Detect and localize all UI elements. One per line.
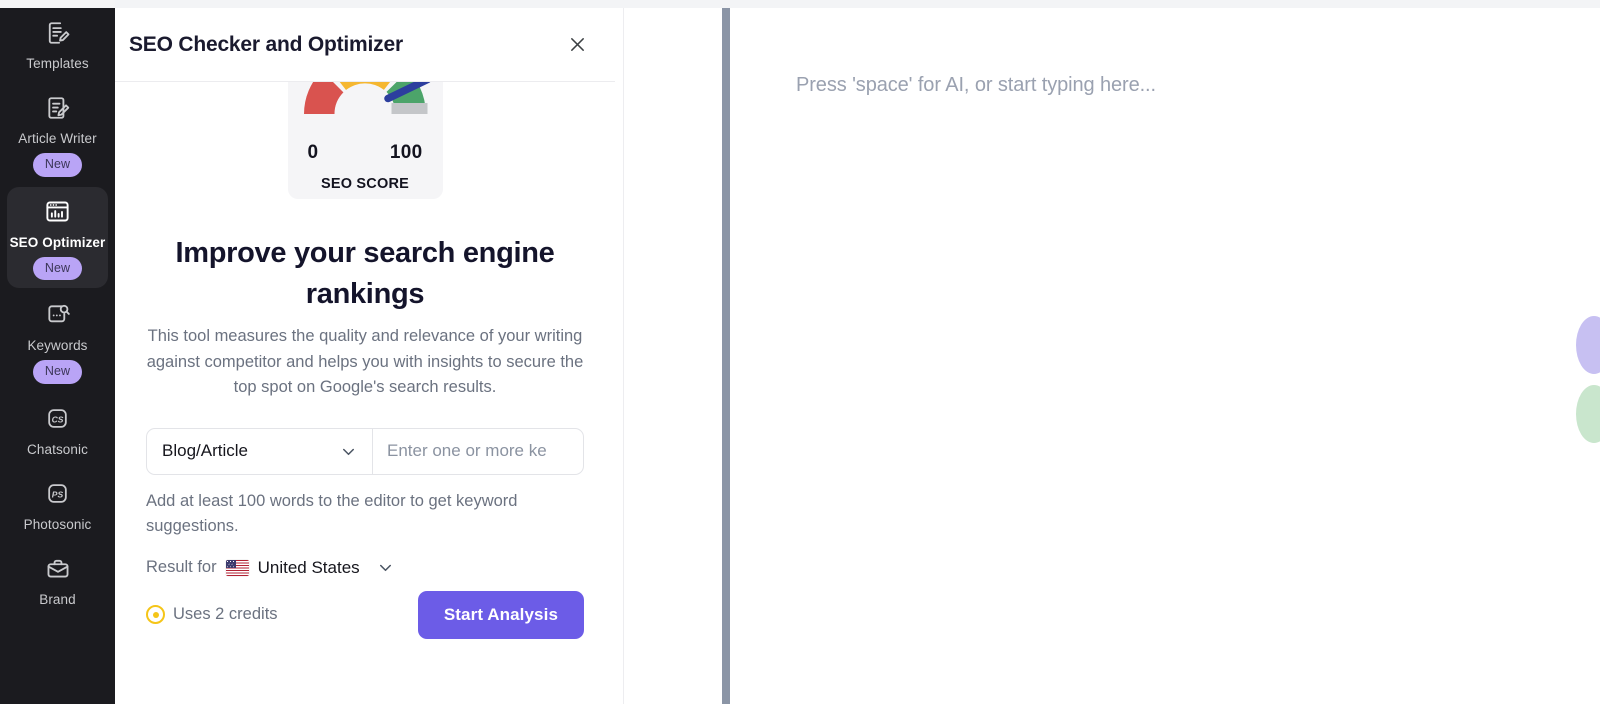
sidebar-item-photosonic[interactable]: PS Photosonic <box>7 469 108 542</box>
svg-text:PS: PS <box>52 489 64 499</box>
ps-badge-icon: PS <box>43 479 73 509</box>
chevron-down-icon <box>339 442 358 461</box>
panel-subtext: This tool measures the quality and relev… <box>146 324 584 401</box>
sidebar-item-templates[interactable]: Templates <box>7 8 108 81</box>
sidebar-item-label: Chatsonic <box>27 441 88 459</box>
gauge-max-label: 100 <box>390 142 423 164</box>
content-type-select[interactable]: Blog/Article <box>147 429 373 474</box>
keyword-search-icon <box>43 300 73 330</box>
keyword-hint: Add at least 100 words to the editor to … <box>146 489 584 539</box>
cs-badge-icon: CS <box>43 404 73 434</box>
sidebar-item-article-writer[interactable]: Article Writer New <box>7 83 108 185</box>
panel-resize-scrollbar[interactable] <box>722 8 730 704</box>
coin-icon <box>146 605 165 624</box>
panel-headline: Improve your search engine rankings <box>146 233 584 315</box>
chevron-down-icon[interactable] <box>376 558 395 577</box>
sidebar-item-brand[interactable]: Brand <box>7 544 108 617</box>
top-strip-left <box>0 0 115 8</box>
credits-info: Uses 2 credits <box>146 605 278 624</box>
page-title: SEO Checker and Optimizer <box>129 33 403 57</box>
panel-body: 0 100 SEO SCORE Improve your search engi… <box>115 82 615 704</box>
sidebar-item-keywords[interactable]: Keywords New <box>7 290 108 392</box>
editor-placeholder: Press 'space' for AI, or start typing he… <box>796 74 1156 97</box>
sidebar-badge-new: New <box>33 360 82 384</box>
country-select-value[interactable]: United States <box>258 558 360 578</box>
sidebar-badge-new: New <box>33 257 82 281</box>
sidebar-item-label: SEO Optimizer <box>10 234 106 252</box>
svg-text:CS: CS <box>52 414 64 424</box>
document-edit-icon <box>43 18 73 48</box>
keyword-entry-row: Blog/Article <box>146 428 584 475</box>
result-region-row: Result for United States <box>146 558 584 578</box>
sidebar-item-label: Article Writer <box>18 130 96 148</box>
sidebar-item-chatsonic[interactable]: CS Chatsonic <box>7 394 108 467</box>
panel-footer: Uses 2 credits Start Analysis <box>146 591 584 639</box>
briefcase-icon <box>43 554 73 584</box>
keywords-input[interactable] <box>373 429 584 474</box>
start-analysis-button[interactable]: Start Analysis <box>418 591 584 639</box>
main-sidebar: Templates Article Writer New <box>0 0 115 704</box>
seo-score-gauge <box>288 82 443 151</box>
article-write-icon <box>43 93 73 123</box>
top-strip <box>0 0 1600 8</box>
sidebar-item-label: Brand <box>39 591 76 609</box>
document-editor[interactable]: Press 'space' for AI, or start typing he… <box>615 0 1600 704</box>
seo-score-gauge-card: 0 100 SEO SCORE <box>288 82 443 199</box>
sidebar-item-label: Photosonic <box>24 516 92 534</box>
app-root: Templates Article Writer New <box>0 0 1600 704</box>
sidebar-badge-new: New <box>33 153 82 177</box>
sidebar-item-seo-optimizer[interactable]: SEO Optimizer New <box>7 187 108 289</box>
result-for-label: Result for <box>146 558 217 577</box>
panel-header: SEO Checker and Optimizer <box>115 0 615 82</box>
gauge-caption: SEO SCORE <box>288 176 443 192</box>
close-icon[interactable] <box>563 31 591 59</box>
editor-surface[interactable]: Press 'space' for AI, or start typing he… <box>623 8 1600 704</box>
credits-label: Uses 2 credits <box>173 605 278 624</box>
content-type-value: Blog/Article <box>162 441 248 461</box>
seo-tool-panel: SEO Checker and Optimizer <box>115 0 615 704</box>
us-flag-icon <box>226 560 249 576</box>
gauge-min-label: 0 <box>308 142 319 164</box>
sidebar-item-label: Templates <box>26 55 88 73</box>
sidebar-item-label: Keywords <box>27 337 87 355</box>
gauge-scale: 0 100 <box>288 142 443 164</box>
browser-chart-icon <box>43 197 73 227</box>
